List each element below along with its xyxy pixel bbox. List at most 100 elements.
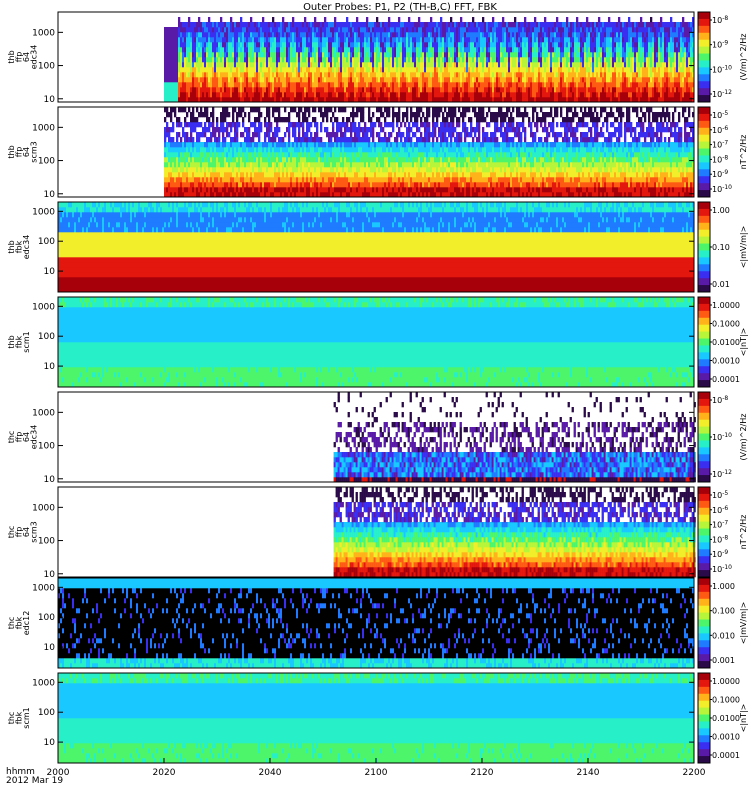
spectrogram-cell [296,82,298,87]
spectrogram-cell [360,42,362,47]
spectrogram-cell [288,32,290,37]
spectrogram-cell [296,37,298,42]
spectrogram-cell [310,47,312,52]
spectrogram-cell [322,52,324,57]
spectrogram-cell [322,82,324,87]
spectrogram-cell [284,62,286,67]
spectrogram-cell [182,67,184,72]
spectrogram-cell [222,27,224,32]
spectrogram-cell [204,82,206,87]
spectrogram-cell [176,42,178,47]
spectrogram-cell [196,27,198,32]
spectrogram-cell [196,42,198,47]
spectrogram-cell [286,67,288,72]
spectrogram-cell [226,27,228,32]
spectrogram-cell [192,57,194,62]
spectrogram-cell [356,52,358,57]
spectrogram-cell [344,92,346,97]
spectrogram-cell [298,77,300,82]
spectrogram-cell [398,67,400,72]
spectrogram-cell [250,27,252,32]
spectrogram-cell [334,37,336,42]
spectrogram-cell [198,62,200,67]
spectrogram-cell [190,72,192,77]
spectrogram-cell [208,57,210,62]
spectrogram-cell [388,87,390,92]
spectrogram-cell [378,27,380,32]
spectrogram-cell [248,92,250,97]
spectrogram-cell [412,72,414,77]
spectrogram-cell [192,77,194,82]
spectrogram-cell [210,72,212,77]
spectrogram-cell [250,32,252,37]
spectrogram-cell [372,72,374,77]
spectrogram-cell [202,82,204,87]
time-column [194,22,196,102]
spectrogram-cell [278,77,280,82]
spectrogram-cell [368,57,370,62]
time-column [282,17,284,102]
spectrogram-cell [334,87,336,92]
spectrogram-cell [220,87,222,92]
spectrogram-cell [362,47,364,52]
spectrogram-cell [172,87,174,92]
spectrogram-cell [206,92,208,97]
spectrogram-cell [198,52,200,57]
time-column [166,27,168,102]
spectrogram-cell [350,22,352,27]
spectrogram-cell [328,82,330,87]
spectrogram-cell [278,27,280,32]
spectrogram-cell [290,77,292,82]
spectrogram-cell [314,72,316,77]
spectrogram-cell [434,27,436,32]
spectrogram-cell [196,77,198,82]
spectrogram-cell [252,22,254,27]
spectrogram-cell [226,57,228,62]
spectrogram-cell [384,42,386,47]
spectrogram-cell [346,22,348,27]
spectrogram-cell [434,82,436,87]
spectrogram-cell [248,37,250,42]
spectrogram-cell [288,92,290,97]
spectrogram-cell [432,37,434,42]
spectrogram-cell [422,27,424,32]
spectrogram-cell [178,17,180,22]
time-column [354,22,356,102]
spectrogram-cell [252,87,254,92]
spectrogram-cell [198,67,200,72]
spectrogram-cell [358,22,360,27]
spectrogram-cell [332,42,334,47]
spectrogram-cell [318,82,320,87]
spectrogram-cell [376,22,378,27]
spectrogram-cell [422,47,424,52]
spectrogram-cell [334,17,336,22]
spectrogram-cell [358,52,360,57]
spectrogram-cell [218,22,220,27]
spectrogram-cell [300,72,302,77]
spectrogram-cell [242,57,244,62]
spectrogram-cell [272,52,274,57]
spectrogram-cell [390,72,392,77]
spectrogram-cell [212,42,214,47]
spectrogram-cell [236,77,238,82]
spectrogram-cell [384,77,386,82]
spectrogram-cell [302,77,304,82]
spectrogram-cell [380,37,382,42]
spectrogram-cell [216,67,218,72]
spectrogram-cell [416,22,418,27]
spectrogram-cell [308,47,310,52]
spectrogram-cell [172,92,174,97]
spectrogram-cell [334,72,336,77]
spectrogram-cell [186,72,188,77]
spectrogram-cell [292,22,294,27]
spectrogram-cell [246,92,248,97]
spectrogram-cell [384,62,386,67]
spectrogram-cell [354,32,356,37]
time-column [330,22,332,102]
spectrogram-cell [428,67,430,72]
panel-thb-ffp-edc34: 100010010thbffp64edc3410-810-910-1010-12… [7,12,748,105]
spectrogram-cell [256,27,258,32]
spectrogram-cell [188,52,190,57]
spectrogram-cell [336,22,338,27]
time-column [430,17,432,102]
